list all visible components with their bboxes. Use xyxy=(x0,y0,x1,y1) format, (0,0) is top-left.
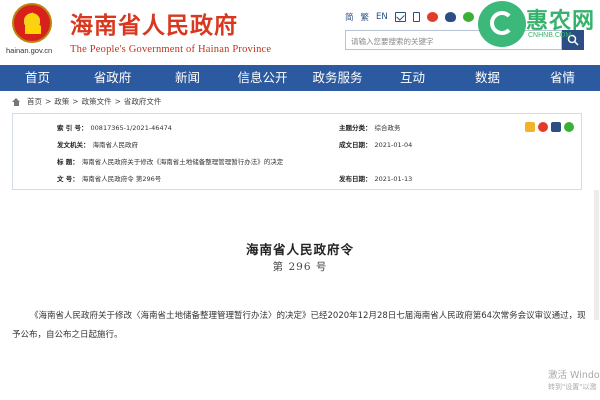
info-docno: 文 号： 海南省人民政府令 第296号 xyxy=(57,173,161,183)
national-emblem-icon[interactable]: ★ xyxy=(12,3,52,43)
site-header: ★ hainan.gov.cn 海南省人民政府 The People's Gov… xyxy=(0,0,600,65)
info-index-value: 00817365-1/2021-46474 xyxy=(90,124,172,132)
site-title-en: The People's Government of Hainan Provin… xyxy=(70,44,272,55)
info-subject-label: 标 题： xyxy=(57,158,79,166)
site-title-cn[interactable]: 海南省人民政府 xyxy=(70,6,238,40)
home-icon xyxy=(12,97,21,106)
breadcrumb-policy[interactable]: 政策 xyxy=(54,96,69,107)
share-weibo-icon[interactable] xyxy=(538,122,548,132)
nav-item-home[interactable]: 首页 xyxy=(0,65,75,91)
qq-icon[interactable] xyxy=(444,12,456,22)
nav-item-services[interactable]: 政务服务 xyxy=(300,65,375,91)
info-issuer: 发文机关： 海南省人民政府 xyxy=(57,139,138,149)
document-paragraph: 《海南省人民政府关于修改〈海南省土地储备整理管理暂行办法〉的决定》已经2020年… xyxy=(12,311,586,340)
document-title: 海南省人民政府令 xyxy=(245,242,354,257)
info-category-value: 综合政务 xyxy=(374,124,401,132)
info-issuer-value: 海南省人民政府 xyxy=(92,141,139,149)
top-links: 简 繁 EN xyxy=(345,11,474,23)
os-activation-watermark: 激活 Windo xyxy=(548,370,600,381)
info-created: 成文日期： 2021-01-04 xyxy=(339,139,412,149)
nav-item-news[interactable]: 新闻 xyxy=(150,65,225,91)
info-published: 发布日期： 2021-01-13 xyxy=(339,173,412,183)
nav-item-interaction[interactable]: 互动 xyxy=(375,65,450,91)
breadcrumb: 首页 > 政策 > 政策文件 > 省政府文件 xyxy=(12,96,161,107)
info-category-label: 主题分类： xyxy=(339,124,372,132)
cnhnb-logo-icon xyxy=(478,1,526,47)
nav-item-province-info[interactable]: 省情 xyxy=(525,65,600,91)
wechat-icon[interactable] xyxy=(462,12,474,22)
breadcrumb-separator: > xyxy=(114,97,121,106)
main-nav: 首页 省政府 新闻 信息公开 政务服务 互动 数据 省情 xyxy=(0,65,600,91)
document-number: 第 296 号 xyxy=(272,261,328,273)
info-index-label: 索 引 号： xyxy=(57,124,88,132)
info-docno-value: 海南省人民政府令 第296号 xyxy=(81,175,162,183)
info-category: 主题分类： 综合政务 xyxy=(339,122,401,132)
os-activation-watermark-sub: 转到"设置"以激 xyxy=(548,383,597,391)
mail-icon[interactable] xyxy=(394,12,406,22)
info-subject-value: 海南省人民政府关于修改《海南省土地储备整理管理暂行办法》的决定 xyxy=(81,158,284,166)
share-wechat-icon[interactable] xyxy=(564,122,574,132)
cnhnb-logo-text: 惠农网 xyxy=(526,9,596,34)
english-link[interactable]: EN xyxy=(376,12,388,22)
info-created-label: 成文日期： xyxy=(339,141,372,149)
breadcrumb-policy-files[interactable]: 政策文件 xyxy=(82,96,112,107)
info-index: 索 引 号： 00817365-1/2021-46474 xyxy=(57,122,172,132)
info-subject: 标 题： 海南省人民政府关于修改《海南省土地储备整理管理暂行办法》的决定 xyxy=(57,156,283,166)
info-issuer-label: 发文机关： xyxy=(57,141,90,149)
nav-item-government[interactable]: 省政府 xyxy=(75,65,150,91)
nav-item-disclosure[interactable]: 信息公开 xyxy=(225,65,300,91)
site-domain: hainan.gov.cn xyxy=(6,46,53,55)
weibo-icon[interactable] xyxy=(426,12,438,22)
mobile-icon[interactable] xyxy=(412,12,420,22)
info-created-value: 2021-01-04 xyxy=(374,141,413,149)
share-renren-icon[interactable] xyxy=(551,122,561,132)
info-published-value: 2021-01-13 xyxy=(374,175,413,183)
breadcrumb-separator: > xyxy=(45,97,52,106)
nav-item-data[interactable]: 数据 xyxy=(450,65,525,91)
breadcrumb-provincial-files[interactable]: 省政府文件 xyxy=(124,96,162,107)
info-published-label: 发布日期： xyxy=(339,175,372,183)
document-info-table: 索 引 号： 00817365-1/2021-46474 发文机关： 海南省人民政府… xyxy=(12,113,582,190)
page-scrollbar[interactable] xyxy=(594,190,599,320)
cnhnb-logo-sub: CNHNB.COM xyxy=(528,32,572,39)
breadcrumb-separator: > xyxy=(72,97,79,106)
simplified-chinese-link[interactable]: 简 xyxy=(345,11,354,23)
breadcrumb-home[interactable]: 首页 xyxy=(27,96,42,107)
info-docno-label: 文 号： xyxy=(57,175,79,183)
traditional-chinese-link[interactable]: 繁 xyxy=(361,11,370,23)
share-qzone-icon[interactable] xyxy=(525,122,535,132)
